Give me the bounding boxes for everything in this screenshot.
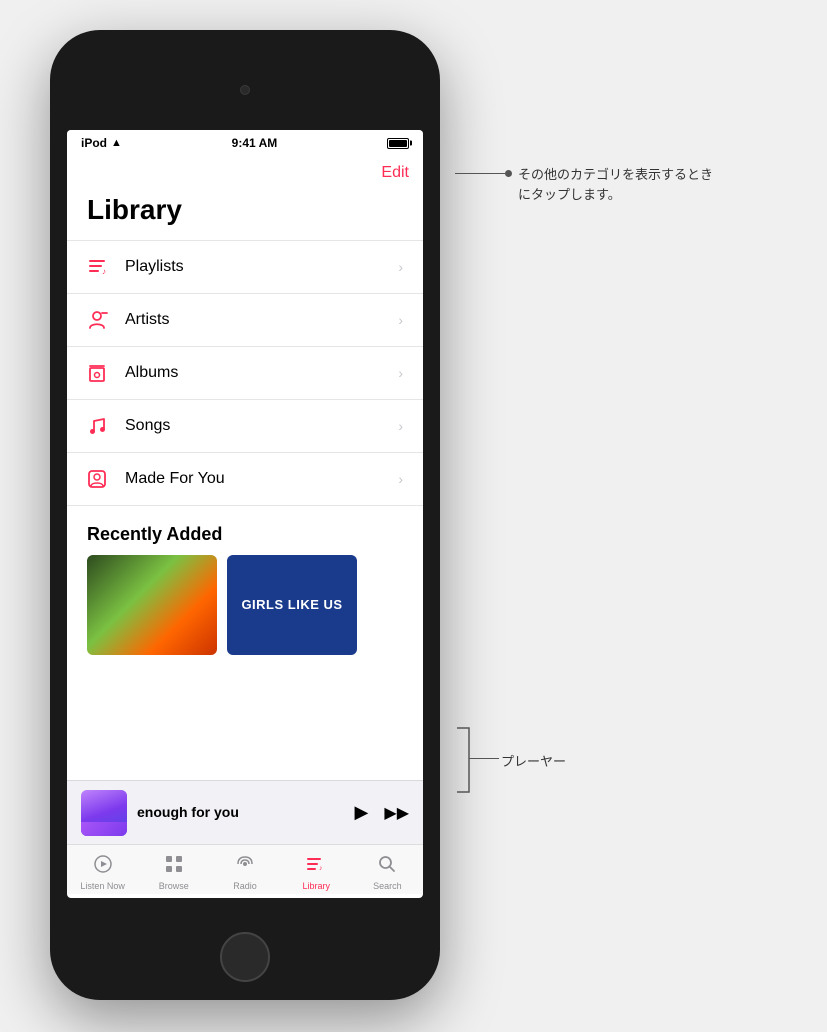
camera [240,85,250,95]
tab-search[interactable]: Search [352,848,423,891]
battery-icon [387,138,409,149]
main-content: Edit Library ♪ Pl [67,154,423,894]
edit-callout-line [455,173,505,174]
player-info: enough for you [137,804,345,822]
status-right [387,138,409,149]
status-left: iPod ▲ [81,136,122,150]
status-bar: iPod ▲ 9:41 AM [67,130,423,154]
recently-added-title: Recently Added [67,506,423,555]
albums-label: Albums [125,364,398,382]
device-screen: iPod ▲ 9:41 AM Edit Library [67,130,423,898]
play-button[interactable]: ▶ [355,802,369,823]
playlists-label: Playlists [125,258,398,276]
screen-content: Edit Library ♪ Pl [67,154,423,894]
carrier-label: iPod [81,136,107,150]
time-label: 9:41 AM [232,136,278,150]
tab-bar: Listen Now Browse [67,844,423,894]
library-title: Library [67,154,423,240]
album-row: GIRLS LIKE US [67,555,423,655]
home-button[interactable] [220,932,270,982]
album-thumb-1[interactable] [87,555,217,655]
playlists-icon: ♪ [83,253,111,281]
menu-item-made-for-you[interactable]: Made For You › [67,452,423,506]
menu-item-albums[interactable]: Albums › [67,346,423,399]
player-album-art [81,790,127,836]
tab-library[interactable]: ♪ Library [281,848,352,891]
playlists-chevron: › [398,259,403,275]
edit-callout-text: その他のカテゴリを表示するときにタップします。 [518,165,718,204]
menu-item-artists[interactable]: Artists › [67,293,423,346]
menu-list: ♪ Playlists › [67,240,423,506]
player-song-title: enough for you [137,804,239,820]
tab-listen-now[interactable]: Listen Now [67,848,138,891]
player-controls: ▶ ▶▶ [355,802,409,823]
edit-callout: その他のカテゴリを表示するときにタップします。 [455,165,718,204]
songs-icon [83,412,111,440]
albums-chevron: › [398,365,403,381]
tab-radio[interactable]: Radio [209,848,280,891]
artists-label: Artists [125,311,398,329]
tab-radio-label: Radio [233,881,257,891]
player-line [469,758,499,759]
forward-button[interactable]: ▶▶ [384,803,409,823]
made-for-you-label: Made For You [125,470,398,488]
wifi-icon: ▲ [111,137,122,149]
tab-browse[interactable]: Browse [138,848,209,891]
library-icon: ♪ [306,854,326,879]
made-for-you-icon [83,465,111,493]
artists-icon [83,306,111,334]
search-icon [377,854,397,879]
tab-listen-now-label: Listen Now [80,881,125,891]
songs-label: Songs [125,417,398,435]
tab-browse-label: Browse [159,881,189,891]
battery-fill [389,140,407,147]
menu-item-songs[interactable]: Songs › [67,399,423,452]
edit-callout-dot [505,170,512,177]
album-thumb-2[interactable]: GIRLS LIKE US [227,555,357,655]
tab-search-label: Search [373,881,402,891]
browse-icon [164,854,184,879]
svg-text:♪: ♪ [102,267,106,276]
made-for-you-chevron: › [398,471,403,487]
mini-player: enough for you ▶ ▶▶ [67,780,423,844]
tab-library-label: Library [302,881,330,891]
svg-text:♪: ♪ [319,865,323,872]
ipod-device: iPod ▲ 9:41 AM Edit Library [50,30,440,1000]
radio-icon [235,854,255,879]
menu-item-playlists[interactable]: ♪ Playlists › [67,240,423,293]
player-callout: プレーヤー [455,726,475,799]
artists-chevron: › [398,312,403,328]
listen-now-icon [93,854,113,879]
player-callout-text: プレーヤー [501,751,566,770]
albums-icon [83,359,111,387]
player-bracket [455,726,475,794]
edit-button[interactable]: Edit [381,164,409,182]
songs-chevron: › [398,418,403,434]
